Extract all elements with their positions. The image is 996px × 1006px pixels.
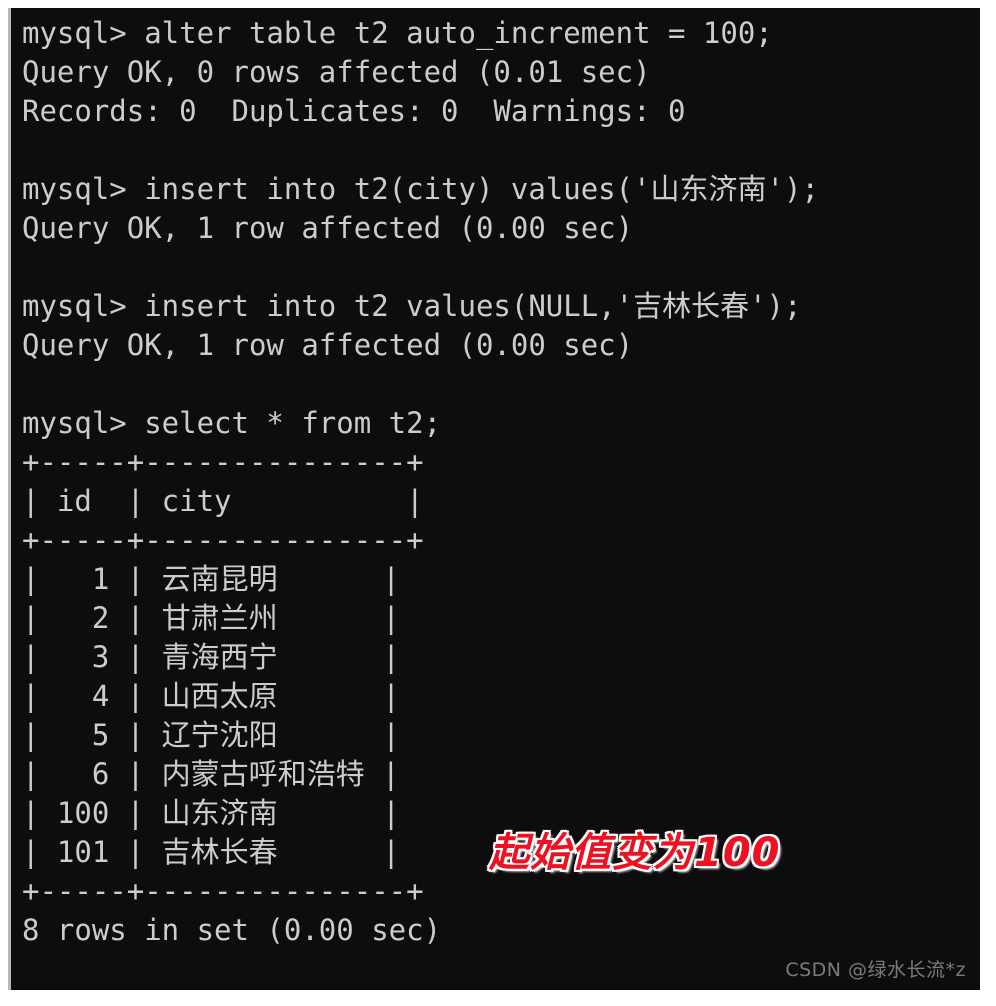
watermark: CSDN @绿水长流*z	[785, 959, 966, 981]
table-border-top: +-----+---------------+	[22, 445, 424, 479]
terminal-line: Records: 0 Duplicates: 0 Warnings: 0	[22, 94, 686, 128]
table-row: | 4 | 山西太原 |	[22, 679, 400, 713]
table-row: | 6 | 内蒙古呼和浩特 |	[22, 757, 400, 791]
table-row: | 1 | 云南昆明 |	[22, 562, 400, 596]
terminal-window: mysql> alter table t2 auto_increment = 1…	[8, 8, 980, 990]
table-header-row: | id | city |	[22, 484, 424, 518]
table-row: | 3 | 青海西宁 |	[22, 640, 400, 674]
terminal-line: Query OK, 0 rows affected (0.01 sec)	[22, 55, 651, 89]
terminal-line: mysql> alter table t2 auto_increment = 1…	[22, 16, 773, 50]
row-count-text: 8 rows in set (0.00 sec)	[22, 913, 442, 947]
table-border-header: +-----+---------------+	[22, 523, 424, 557]
table-row: | 2 | 甘肃兰州 |	[22, 601, 400, 635]
terminal-line: mysql> insert into t2(city) values('山东济南…	[22, 172, 819, 206]
terminal-line: mysql> insert into t2 values(NULL,'吉林长春'…	[22, 289, 802, 323]
screenshot-root: mysql> alter table t2 auto_increment = 1…	[0, 0, 996, 1006]
terminal-line: Query OK, 1 row affected (0.00 sec)	[22, 211, 634, 245]
table-row: | 5 | 辽宁沈阳 |	[22, 718, 400, 752]
terminal-line: Query OK, 1 row affected (0.00 sec)	[22, 328, 634, 362]
terminal-line: mysql> select * from t2;	[22, 406, 442, 440]
annotation-label: 起始值变为100	[489, 830, 781, 876]
